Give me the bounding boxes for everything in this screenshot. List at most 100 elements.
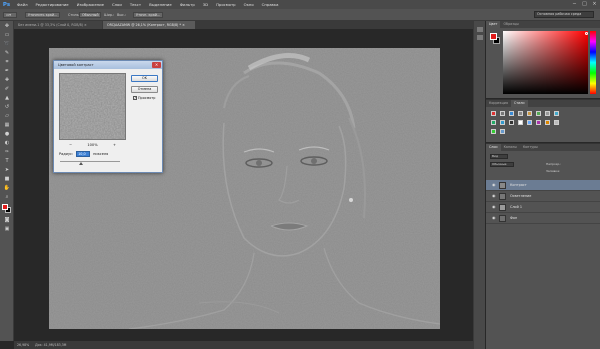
- color-picker-marker[interactable]: [585, 32, 588, 35]
- maximize-icon[interactable]: □: [581, 1, 588, 7]
- type-tool-icon[interactable]: T: [3, 158, 11, 165]
- style-swatch-icon[interactable]: [554, 120, 559, 125]
- style-swatch-icon[interactable]: [527, 111, 532, 116]
- menu-edit[interactable]: Редактирование: [32, 2, 73, 7]
- layer-kind-filter[interactable]: Вид: [490, 154, 508, 159]
- eraser-tool-icon[interactable]: ▱: [3, 113, 11, 120]
- blur-tool-icon[interactable]: ●: [3, 131, 11, 138]
- gradient-tool-icon[interactable]: ▦: [3, 122, 11, 129]
- style-swatch-icon[interactable]: [491, 129, 496, 134]
- style-swatch-icon[interactable]: [500, 111, 505, 116]
- dialog-preview-image[interactable]: [59, 73, 126, 140]
- style-swatch-icon[interactable]: [491, 111, 496, 116]
- eye-icon[interactable]: ◉: [492, 216, 497, 220]
- hand-tool-icon[interactable]: ✋: [3, 185, 11, 192]
- menu-view[interactable]: Просмотр: [212, 2, 240, 7]
- close-window-icon[interactable]: ×: [591, 1, 598, 7]
- menu-window[interactable]: Окно: [240, 2, 258, 7]
- move-tool-icon[interactable]: ✥: [3, 23, 11, 30]
- tab-swatches[interactable]: Образцы: [500, 21, 521, 28]
- lasso-tool-icon[interactable]: ➰: [3, 41, 11, 48]
- zoom-in-icon[interactable]: +: [113, 143, 116, 147]
- preview-checkbox-box[interactable]: ✓: [133, 96, 137, 100]
- tab-layers[interactable]: Слои: [486, 144, 501, 151]
- ok-button[interactable]: OK: [131, 75, 158, 82]
- eye-icon[interactable]: ◉: [492, 183, 497, 187]
- style-swatch-icon[interactable]: [500, 120, 505, 125]
- menu-select[interactable]: Выделение: [145, 2, 176, 7]
- screen-mode-icon[interactable]: ▣: [3, 226, 11, 233]
- blend-mode-select[interactable]: Обычные: [490, 162, 514, 167]
- panel-foreground-swatch[interactable]: [490, 33, 497, 40]
- layer-row[interactable]: ◉ Фон: [486, 213, 600, 224]
- layer-row[interactable]: ◉ Слой 1: [486, 202, 600, 213]
- tab-color[interactable]: Цвет: [486, 21, 501, 28]
- radius-slider-thumb[interactable]: [79, 162, 83, 165]
- style-swatch-icon[interactable]: [491, 120, 496, 125]
- radius-slider-track[interactable]: [60, 161, 120, 162]
- tab-active-document[interactable]: ORCJAAZAMW @ 26,1% (Контраст, RGB/8) * ×: [103, 21, 195, 29]
- history-brush-tool-icon[interactable]: ↺: [3, 104, 11, 111]
- workspace-select[interactable]: Основная рабочая среда: [534, 11, 594, 18]
- style-swatch-icon[interactable]: [527, 120, 532, 125]
- tab-adjustments[interactable]: Коррекция: [486, 100, 511, 107]
- eye-icon[interactable]: ◉: [492, 205, 497, 209]
- marquee-tool-icon[interactable]: ▭: [3, 32, 11, 39]
- menu-3d[interactable]: 3D: [199, 2, 212, 7]
- menu-type[interactable]: Текст: [126, 2, 145, 7]
- menu-image[interactable]: Изображение: [73, 2, 108, 7]
- crop-tool-icon[interactable]: ⌗: [3, 59, 11, 66]
- menu-file[interactable]: Файл: [13, 2, 32, 7]
- radius-input[interactable]: 10,0: [76, 151, 91, 157]
- tab-channels[interactable]: Каналы: [501, 144, 520, 151]
- zoom-out-icon[interactable]: −: [69, 143, 72, 147]
- menu-bar: Ps Файл Редактирование Изображение Слои …: [0, 0, 600, 9]
- foreground-color-swatch[interactable]: [2, 204, 8, 210]
- color-panel: Цвет Образцы: [486, 21, 600, 98]
- shape-tool-icon[interactable]: ■: [3, 176, 11, 183]
- healing-tool-icon[interactable]: ✚: [3, 77, 11, 84]
- pen-tool-icon[interactable]: ✑: [3, 149, 11, 156]
- clone-stamp-tool-icon[interactable]: ▲: [3, 95, 11, 102]
- eyedropper-tool-icon[interactable]: ✒: [3, 68, 11, 75]
- path-select-tool-icon[interactable]: ➤: [3, 167, 11, 174]
- preview-checkbox[interactable]: ✓ Просмотр: [133, 96, 155, 100]
- zoom-tool-icon[interactable]: ⌕: [3, 194, 11, 201]
- layer-row[interactable]: ◉ Контраст: [486, 180, 600, 191]
- tab-styles[interactable]: Стили: [510, 100, 528, 107]
- hue-slider[interactable]: [590, 31, 596, 94]
- cancel-button[interactable]: Отмена: [131, 86, 158, 93]
- quick-select-tool-icon[interactable]: ✎: [3, 50, 11, 57]
- history-panel-icon[interactable]: [477, 27, 483, 32]
- style-swatch-icon[interactable]: [536, 120, 541, 125]
- dialog-close-icon[interactable]: ×: [152, 62, 161, 68]
- color-picker-field[interactable]: [503, 31, 588, 94]
- quick-mask-icon[interactable]: ◙: [3, 217, 11, 224]
- menu-filter[interactable]: Фильтр: [176, 2, 199, 7]
- style-swatch-icon[interactable]: [545, 120, 550, 125]
- style-swatch-icon[interactable]: [518, 120, 523, 125]
- style-swatch-icon[interactable]: [518, 111, 523, 116]
- style-swatch-icon[interactable]: [500, 129, 505, 134]
- layer-row[interactable]: ◉ Осветление: [486, 191, 600, 202]
- eye-icon[interactable]: ◉: [492, 194, 497, 198]
- menu-help[interactable]: Справка: [258, 2, 283, 7]
- tab-untitled[interactable]: Без имени-1 @ 33,3% (Слой 0, RGB/8) ×: [14, 21, 102, 29]
- refine-edge-field[interactable]: Уточнить край...: [25, 12, 61, 18]
- tab-paths[interactable]: Контуры: [520, 144, 541, 151]
- dodge-tool-icon[interactable]: ◐: [3, 140, 11, 147]
- properties-panel-icon[interactable]: [477, 35, 483, 40]
- brush-tool-icon[interactable]: ✐: [3, 86, 11, 93]
- minimize-icon[interactable]: −: [571, 1, 578, 7]
- style-swatch-icon[interactable]: [509, 111, 514, 116]
- style-swatch-icon[interactable]: [536, 111, 541, 116]
- tool-preset-icon[interactable]: ▭▾: [3, 12, 17, 18]
- style-swatch-icon[interactable]: [545, 111, 550, 116]
- style-swatch-icon[interactable]: [509, 120, 514, 125]
- refine-edge-button[interactable]: Уточн. край...: [133, 12, 164, 18]
- style-swatch-icon[interactable]: [554, 111, 559, 116]
- style-select[interactable]: Обычный: [79, 12, 101, 18]
- zoom-readout[interactable]: 26,98%: [17, 343, 29, 347]
- layer-thumbnail: [499, 204, 506, 211]
- menu-layers[interactable]: Слои: [108, 2, 126, 7]
